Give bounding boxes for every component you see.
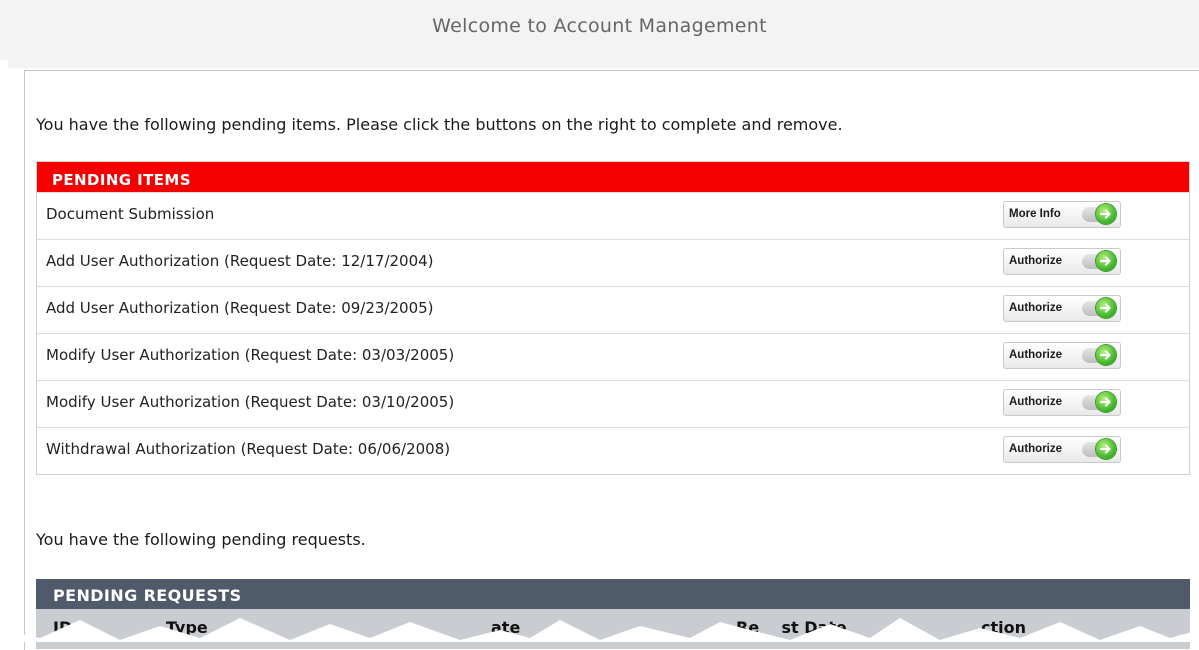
pending-requests-intro: You have the following pending requests. [36,530,366,549]
authorize-button[interactable]: Authorize [1003,295,1121,322]
pending-item-label: Withdrawal Authorization (Request Date: … [46,440,451,458]
green-arrow-icon [1096,298,1116,318]
page-title: Welcome to Account Management [432,15,767,37]
button-label: More Info [1009,208,1061,220]
pending-item-row: Withdrawal Authorization (Request Date: … [37,427,1189,474]
toggle-track-icon [1082,204,1116,224]
green-arrow-icon [1096,204,1116,224]
green-arrow-icon [1096,345,1116,365]
pending-item-label: Modify User Authorization (Request Date:… [46,393,455,411]
pending-item-label: Modify User Authorization (Request Date:… [46,346,455,364]
pending-item-label: Add User Authorization (Request Date: 09… [46,299,434,317]
pending-item-row: Modify User Authorization (Request Date:… [37,380,1189,427]
toggle-track-icon [1082,298,1116,318]
pending-item-row: Add User Authorization (Request Date: 12… [37,239,1189,286]
button-label: Authorize [1009,255,1063,267]
pending-item-label: Add User Authorization (Request Date: 12… [46,252,434,270]
pending-items-intro: You have the following pending items. Pl… [36,115,843,134]
torn-edge-decoration [0,618,1199,642]
toggle-track-icon [1082,439,1116,459]
authorize-button[interactable]: Authorize [1003,436,1121,463]
button-label: Authorize [1009,349,1063,361]
pending-items-header: PENDING ITEMS [37,162,1189,192]
authorize-button[interactable]: Authorize [1003,248,1121,275]
toggle-track-icon [1082,251,1116,271]
button-label: Authorize [1009,396,1063,408]
toggle-track-icon [1082,392,1116,412]
green-arrow-icon [1096,392,1116,412]
pending-items-table: PENDING ITEMS Document Submission More I… [36,161,1190,475]
button-label: Authorize [1009,443,1063,455]
authorize-button[interactable]: Authorize [1003,389,1121,416]
pending-item-row: Document Submission More Info [37,192,1189,239]
green-arrow-icon [1096,439,1116,459]
pending-item-label: Document Submission [46,205,215,223]
authorize-button[interactable]: Authorize [1003,342,1121,369]
button-label: Authorize [1009,302,1063,314]
green-arrow-icon [1096,251,1116,271]
pending-item-row: Add User Authorization (Request Date: 09… [37,286,1189,333]
pending-item-row: Modify User Authorization (Request Date:… [37,333,1189,380]
toggle-track-icon [1082,345,1116,365]
more-info-button[interactable]: More Info [1003,201,1121,228]
